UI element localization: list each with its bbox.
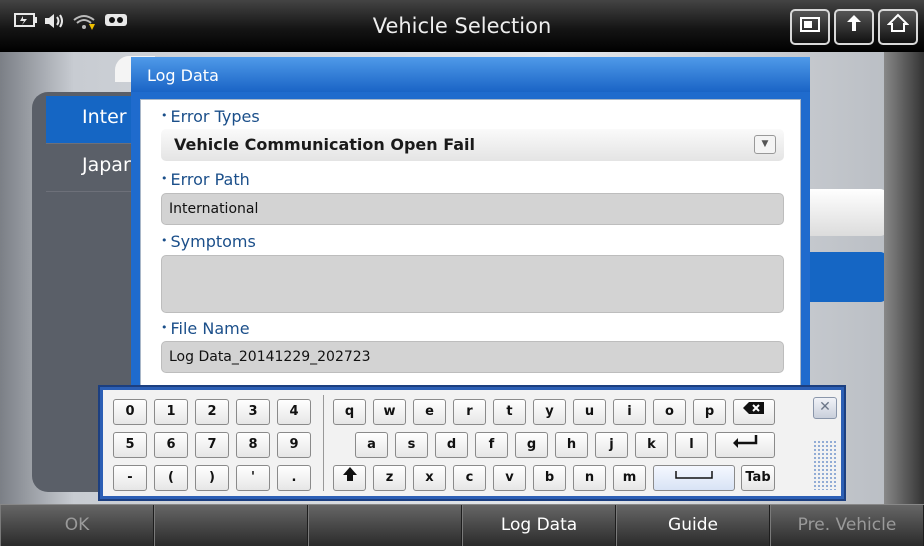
enter-key[interactable] bbox=[715, 432, 775, 458]
space-icon bbox=[674, 470, 714, 485]
region-list-item[interactable]: Japar bbox=[46, 144, 136, 192]
bottom-toolbar: OK Log Data Guide Pre. Vehicle bbox=[0, 504, 924, 546]
dialog-title: Log Data bbox=[131, 57, 810, 92]
previous-vehicle-button[interactable]: Pre. Vehicle bbox=[770, 505, 924, 546]
key-o[interactable]: o bbox=[653, 399, 686, 425]
key-s[interactable]: s bbox=[395, 432, 428, 458]
space-key[interactable] bbox=[653, 465, 735, 491]
toolbar-button-empty-2[interactable] bbox=[308, 505, 462, 546]
key-r[interactable]: r bbox=[453, 399, 486, 425]
key-v[interactable]: v bbox=[493, 465, 526, 491]
top-bar: Vehicle Selection bbox=[0, 0, 924, 52]
home-button[interactable] bbox=[878, 9, 918, 45]
chevron-down-icon[interactable]: ▼ bbox=[754, 135, 776, 154]
key-h[interactable]: h bbox=[555, 432, 588, 458]
key-5[interactable]: 5 bbox=[113, 432, 147, 458]
key-period[interactable]: . bbox=[277, 465, 311, 491]
key-1[interactable]: 1 bbox=[154, 399, 188, 425]
guide-button[interactable]: Guide bbox=[616, 505, 770, 546]
error-types-value: Vehicle Communication Open Fail bbox=[174, 135, 475, 154]
shift-icon bbox=[342, 467, 358, 486]
key-a[interactable]: a bbox=[355, 432, 388, 458]
key-q[interactable]: q bbox=[333, 399, 366, 425]
key-l[interactable]: l bbox=[675, 432, 708, 458]
enter-icon bbox=[730, 435, 760, 453]
toolbar-button-empty-1[interactable] bbox=[154, 505, 308, 546]
key-x[interactable]: x bbox=[413, 465, 446, 491]
key-7[interactable]: 7 bbox=[195, 432, 229, 458]
key-y[interactable]: y bbox=[533, 399, 566, 425]
file-name-field[interactable]: Log Data_20141229_202723 bbox=[161, 341, 784, 373]
key-d[interactable]: d bbox=[435, 432, 468, 458]
key-w[interactable]: w bbox=[373, 399, 406, 425]
key-g[interactable]: g bbox=[515, 432, 548, 458]
key-n[interactable]: n bbox=[573, 465, 606, 491]
right-frame bbox=[884, 52, 924, 504]
error-path-field[interactable]: International bbox=[161, 193, 784, 225]
key-apostrophe[interactable]: ' bbox=[236, 465, 270, 491]
close-icon: ✕ bbox=[819, 399, 831, 415]
error-types-label: Error Types bbox=[161, 107, 260, 126]
backspace-key[interactable] bbox=[733, 399, 775, 425]
keyboard-drag-handle[interactable] bbox=[813, 440, 837, 490]
page-title: Vehicle Selection bbox=[372, 14, 552, 38]
log-data-button[interactable]: Log Data bbox=[462, 505, 616, 546]
key-2[interactable]: 2 bbox=[195, 399, 229, 425]
error-path-label: Error Path bbox=[161, 170, 250, 189]
key-p[interactable]: p bbox=[693, 399, 726, 425]
key-6[interactable]: 6 bbox=[154, 432, 188, 458]
ok-button[interactable]: OK bbox=[0, 505, 154, 546]
key-m[interactable]: m bbox=[613, 465, 646, 491]
on-screen-keyboard: 0 1 2 3 4 5 6 7 8 9 - ( ) ' . q w e r t … bbox=[98, 385, 846, 501]
back-button[interactable] bbox=[834, 9, 874, 45]
screenshot-button[interactable] bbox=[790, 9, 830, 45]
keyboard-body: 0 1 2 3 4 5 6 7 8 9 - ( ) ' . q w e r t … bbox=[103, 390, 841, 496]
key-open-paren[interactable]: ( bbox=[154, 465, 188, 491]
key-t[interactable]: t bbox=[493, 399, 526, 425]
key-c[interactable]: c bbox=[453, 465, 486, 491]
key-close-paren[interactable]: ) bbox=[195, 465, 229, 491]
key-b[interactable]: b bbox=[533, 465, 566, 491]
key-k[interactable]: k bbox=[635, 432, 668, 458]
key-4[interactable]: 4 bbox=[277, 399, 311, 425]
key-i[interactable]: i bbox=[613, 399, 646, 425]
keyboard-divider bbox=[323, 395, 324, 491]
keyboard-close-button[interactable]: ✕ bbox=[813, 397, 837, 419]
key-z[interactable]: z bbox=[373, 465, 406, 491]
backspace-icon bbox=[742, 402, 766, 419]
file-name-label: File Name bbox=[161, 319, 250, 338]
symptoms-field[interactable] bbox=[161, 255, 784, 313]
screenshot-icon bbox=[799, 14, 821, 39]
tab-key[interactable]: Tab bbox=[741, 465, 775, 491]
key-8[interactable]: 8 bbox=[236, 432, 270, 458]
key-0[interactable]: 0 bbox=[113, 399, 147, 425]
key-e[interactable]: e bbox=[413, 399, 446, 425]
key-9[interactable]: 9 bbox=[277, 432, 311, 458]
home-icon bbox=[886, 13, 910, 39]
key-f[interactable]: f bbox=[475, 432, 508, 458]
key-u[interactable]: u bbox=[573, 399, 606, 425]
key-3[interactable]: 3 bbox=[236, 399, 270, 425]
back-icon bbox=[843, 14, 865, 39]
symptoms-label: Symptoms bbox=[161, 232, 256, 251]
shift-key[interactable] bbox=[333, 465, 366, 491]
key-j[interactable]: j bbox=[595, 432, 628, 458]
region-list-item[interactable]: Inter bbox=[46, 96, 136, 144]
error-types-select[interactable]: Vehicle Communication Open Fail ▼ bbox=[161, 129, 784, 161]
key-hyphen[interactable]: - bbox=[113, 465, 147, 491]
